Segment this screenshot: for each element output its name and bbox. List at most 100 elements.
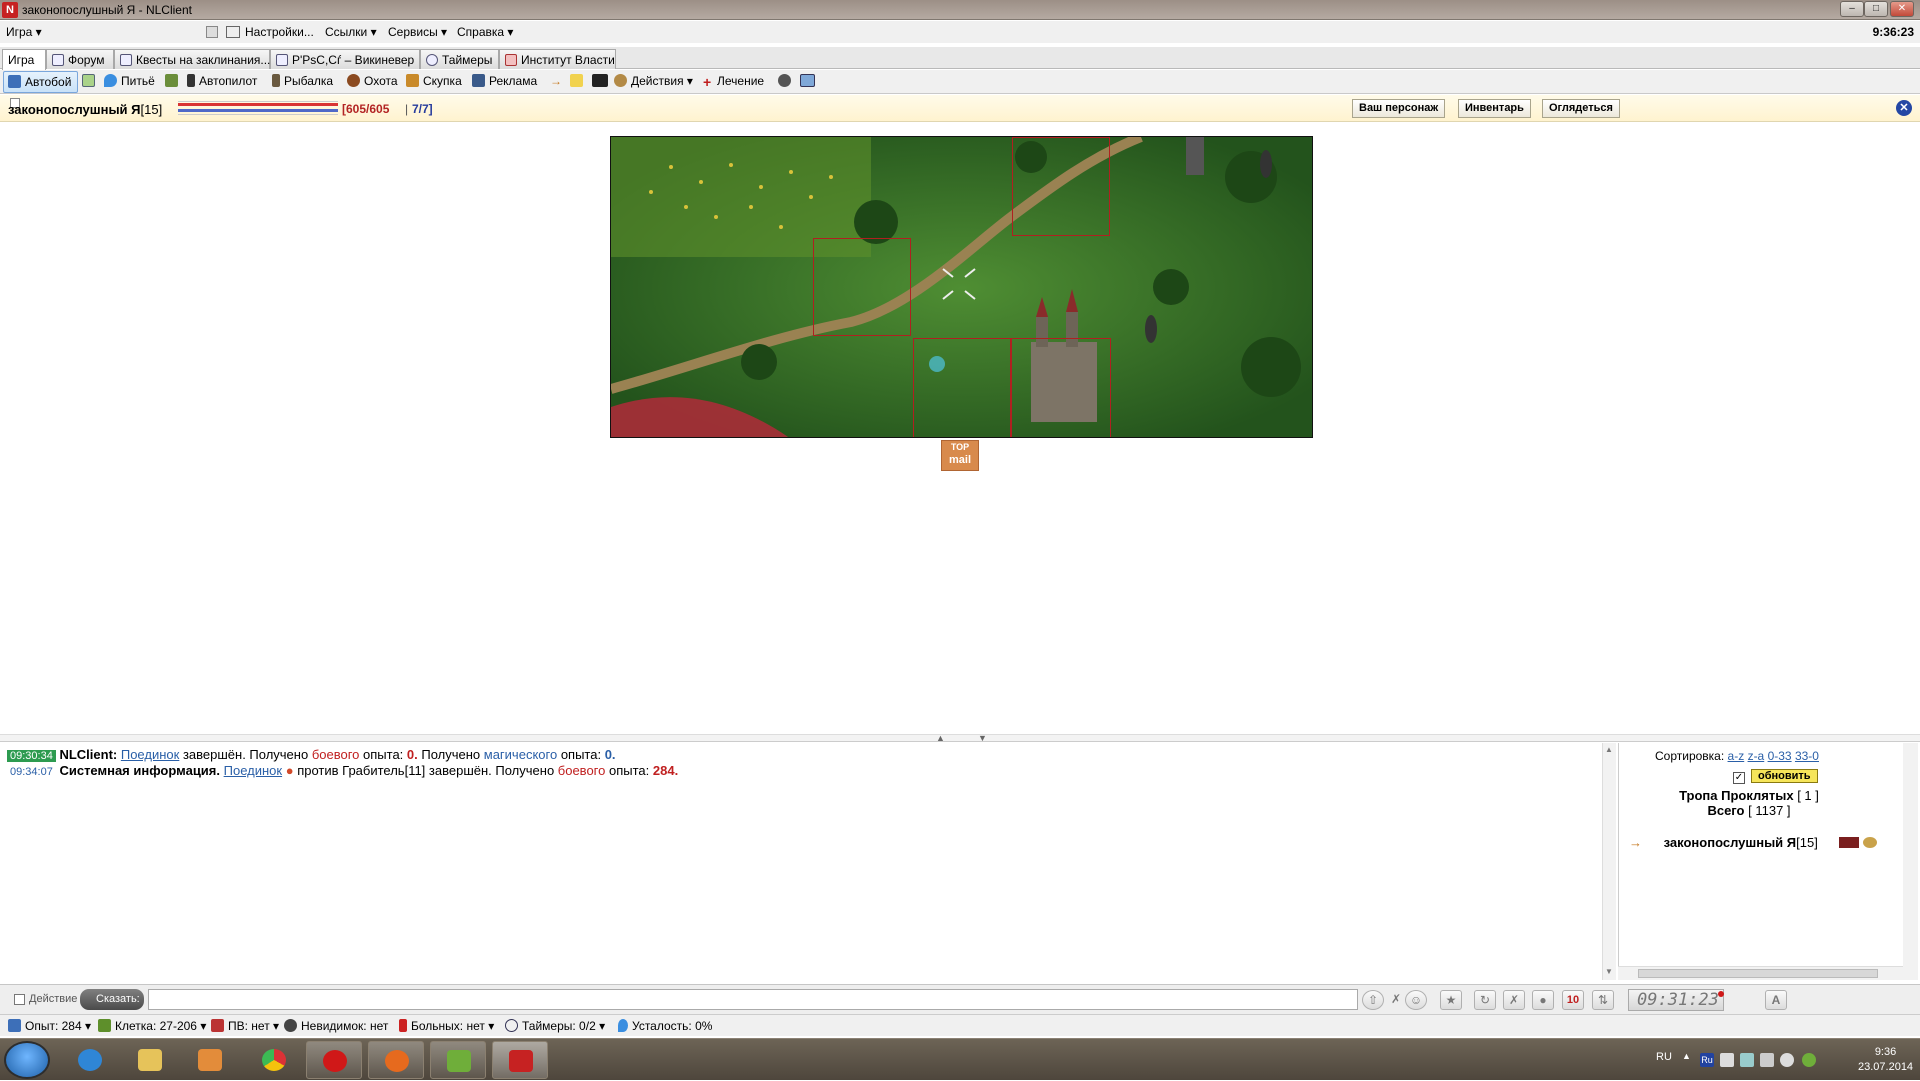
message-sender[interactable]: NLClient: — [59, 747, 117, 762]
drink-button[interactable]: Питьё — [104, 74, 155, 88]
pet-button[interactable] — [165, 74, 182, 88]
clan-badge-icon[interactable] — [1839, 837, 1860, 848]
hscroll-thumb[interactable] — [1638, 969, 1878, 978]
sort-0-33-link[interactable]: 0-33 — [1768, 749, 1792, 763]
invisible-status[interactable]: Невидимок: нет — [284, 1019, 388, 1033]
volume-icon[interactable] — [1780, 1053, 1794, 1067]
hand-icon[interactable] — [1863, 837, 1878, 848]
cell-status[interactable]: Клетка: 27-206 ▾ — [98, 1019, 206, 1033]
action-checkbox[interactable] — [14, 994, 25, 1005]
character-name[interactable]: законопослушный Я[15] — [8, 102, 162, 117]
font-a-icon[interactable]: A — [1765, 990, 1787, 1010]
cancel-icon[interactable]: ✗ — [1503, 990, 1525, 1010]
scroll-lock-icon[interactable]: ⇅ — [1592, 990, 1614, 1010]
minimize-button[interactable]: – — [1840, 1, 1864, 17]
ads-button[interactable]: Реклама — [472, 74, 537, 88]
tab-institute[interactable]: Институт Власти — [499, 49, 616, 69]
look-around-button[interactable]: Оглядеться — [1542, 99, 1620, 118]
map-button[interactable] — [82, 74, 99, 88]
close-panel-icon[interactable]: ✕ — [1896, 100, 1912, 116]
inventory-button[interactable]: Инвентарь — [1458, 99, 1531, 118]
your-character-button[interactable]: Ваш персонаж — [1352, 99, 1446, 118]
autoboi-button[interactable]: Автобой — [3, 71, 79, 93]
tab-wiki[interactable]: Р'РѕС,Сѓ – Викиневер — [270, 49, 420, 69]
auto-refresh-checkbox[interactable]: ✓ — [1733, 772, 1745, 784]
smiley-icon[interactable]: ☺ — [1405, 990, 1427, 1010]
healing-button[interactable]: + Лечение — [703, 74, 764, 89]
flag-icon[interactable] — [1720, 1053, 1734, 1067]
language-indicator[interactable]: RU — [1656, 1051, 1672, 1063]
taskbar-utorrent[interactable] — [430, 1041, 486, 1079]
start-button[interactable] — [4, 1041, 50, 1079]
close-window-button[interactable]: ✕ — [1890, 1, 1914, 17]
game-map[interactable] — [610, 136, 1313, 438]
refresh-button[interactable]: обновить — [1751, 769, 1818, 783]
keyboard-layout-icon[interactable]: Ru — [1700, 1053, 1714, 1067]
sort-33-0-link[interactable]: 33-0 — [1795, 749, 1819, 763]
sick-status[interactable]: Больных: нет ▾ — [399, 1019, 494, 1033]
ten-button[interactable]: 10 — [1562, 990, 1584, 1010]
player-row[interactable]: → законопослушный Я[15] — [1629, 835, 1878, 850]
taskbar-media[interactable] — [182, 1041, 238, 1079]
bubble-icon[interactable]: ● — [1532, 990, 1554, 1010]
clear-icon[interactable]: ✗ — [1385, 990, 1407, 1010]
tab-game[interactable]: Игра — [2, 49, 46, 70]
tab-quests[interactable]: Квесты на заклинания... — [114, 49, 270, 69]
signal-icon[interactable] — [1760, 1053, 1774, 1067]
actions-menu[interactable]: Действия ▾ — [614, 74, 693, 88]
fishing-button[interactable]: Рыбалка — [272, 74, 333, 88]
taskbar-chrome[interactable] — [246, 1041, 302, 1079]
scroll-down-icon[interactable]: ▼ — [1605, 967, 1613, 976]
duel-link[interactable]: Поединок — [224, 763, 282, 778]
map-cell[interactable] — [913, 338, 1011, 437]
scroll-up-icon[interactable]: ▲ — [1605, 745, 1613, 754]
monitor-button[interactable] — [800, 74, 819, 88]
fatigue-status[interactable]: Усталость: 0% — [618, 1019, 712, 1033]
taskbar-nlclient[interactable] — [492, 1041, 548, 1079]
map-cell[interactable] — [1012, 137, 1110, 236]
hunting-button[interactable]: Охота — [347, 74, 398, 88]
taskbar-explorer[interactable] — [122, 1041, 178, 1079]
taskbar-ie[interactable] — [62, 1041, 118, 1079]
message-time[interactable]: 09:34:07 — [7, 766, 56, 778]
sort-za-link[interactable]: z-a — [1748, 749, 1765, 763]
chat-scrollbar[interactable]: ▲ ▼ — [1602, 743, 1616, 980]
players-scrollbar[interactable] — [1903, 743, 1918, 980]
collapse-up-icon[interactable]: ▲ — [936, 733, 945, 743]
exp-status[interactable]: Опыт: 284 ▾ — [8, 1019, 91, 1033]
network-icon[interactable] — [1740, 1053, 1754, 1067]
players-hscrollbar[interactable] — [1618, 966, 1903, 980]
autopilot-button[interactable]: Автопилот — [187, 74, 257, 88]
taskbar-opera[interactable] — [306, 1041, 362, 1079]
taskbar-clock[interactable]: 9:36 23.07.2014 — [1858, 1045, 1913, 1075]
tab-timers[interactable]: Таймеры — [420, 49, 499, 69]
pv-status[interactable]: ПВ: нет ▾ — [211, 1019, 279, 1033]
panel-splitter[interactable]: ▲ ▼ — [0, 733, 1920, 743]
player-name[interactable]: законопослушный Я — [1664, 835, 1797, 850]
taskbar-firefox[interactable] — [368, 1041, 424, 1079]
stars-icon[interactable]: ★ — [1440, 990, 1462, 1010]
menu-help[interactable]: Справка ▾ — [457, 25, 513, 39]
chat-message-input[interactable] — [148, 989, 1358, 1010]
mail-button[interactable] — [592, 74, 612, 88]
arrow-right-icon[interactable]: → — [550, 74, 562, 88]
collapse-down-icon[interactable]: ▼ — [978, 733, 987, 743]
duel-link[interactable]: Поединок — [121, 747, 179, 762]
maximize-button[interactable]: □ — [1864, 1, 1888, 17]
say-button[interactable]: Сказать: — [80, 989, 144, 1010]
sort-az-link[interactable]: a-z — [1728, 749, 1745, 763]
map-cell[interactable] — [1011, 338, 1111, 437]
tray-expand-icon[interactable]: ▲ — [1682, 1051, 1691, 1061]
menu-settings[interactable]: Настройки... — [245, 25, 314, 39]
top-mail-counter[interactable]: TOP mail — [941, 440, 979, 471]
menu-game[interactable]: Игра ▾ — [6, 25, 42, 39]
scroll-up-button[interactable]: ⇧ — [1362, 990, 1384, 1010]
map-cell[interactable] — [813, 238, 911, 336]
refresh-icon[interactable]: ↻ — [1474, 990, 1496, 1010]
skull-button[interactable] — [778, 74, 795, 88]
message-time[interactable]: 09:30:34 — [7, 750, 56, 762]
chat-log[interactable]: 09:30:34 NLClient: Поединок завершён. По… — [2, 743, 1604, 980]
tab-forum[interactable]: Форум — [46, 49, 114, 69]
message-sender[interactable]: Системная информация. — [59, 763, 220, 778]
buying-button[interactable]: Скупка — [406, 74, 462, 88]
